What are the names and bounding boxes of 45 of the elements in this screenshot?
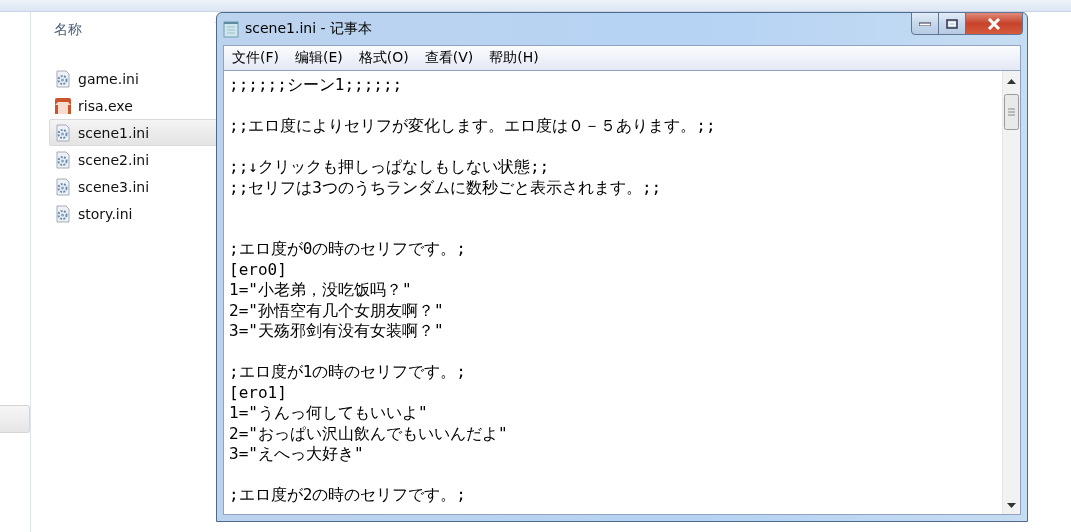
file-item[interactable]: scene1.ini [49, 119, 219, 146]
text-line: 2="おっぱい沢山飲んでもいいんだよ" [229, 423, 509, 444]
minimize-button[interactable] [911, 12, 939, 35]
notepad-icon [223, 20, 239, 38]
text-line: [ero1] [229, 382, 288, 403]
text-line: 2="孙悟空有几个女朋友啊？" [229, 300, 445, 321]
close-button[interactable] [965, 12, 1023, 35]
minimize-icon [919, 21, 931, 26]
menu-item[interactable]: 帮助(H) [487, 49, 541, 67]
vertical-scrollbar[interactable] [1002, 71, 1020, 514]
text-line: ;エロ度が1の時のセリフです。; [229, 362, 467, 383]
text-line: 1="うんっ何してもいいよ" [229, 403, 429, 424]
close-icon [987, 17, 1001, 30]
scroll-down-icon [1007, 503, 1016, 508]
settings-file-icon [54, 123, 72, 142]
settings-file-icon [54, 177, 72, 196]
maximize-button[interactable] [938, 12, 966, 35]
text-line: ;エロ度が2の時のセリフです。; [229, 485, 467, 506]
settings-file-icon [54, 69, 72, 88]
menu-item[interactable]: 文件(F) [230, 49, 281, 67]
maximize-icon [946, 18, 958, 29]
menu-item[interactable]: 查看(V) [422, 49, 476, 67]
scroll-thumb[interactable] [1004, 94, 1019, 130]
settings-file-icon [54, 204, 72, 223]
file-item[interactable]: scene2.ini [49, 146, 219, 173]
file-item[interactable]: game.ini [49, 65, 219, 92]
menu-item[interactable]: 格式(O) [356, 49, 411, 67]
text-line: ;;エロ度によりセリフが変化します。エロ度は０－５あります。;; [229, 116, 717, 137]
menu-item[interactable]: 编辑(E) [293, 49, 345, 67]
column-header[interactable]: 名称 [54, 21, 82, 45]
text-line: ;;;;;;シーン1;;;;;; [229, 75, 404, 96]
window-title: scene1.ini - 记事本 [245, 20, 373, 38]
text-line: 3="天殇邪剑有没有女装啊？" [229, 321, 445, 342]
scroll-up-icon [1007, 79, 1016, 84]
text-line: 3="えへっ大好き" [229, 444, 365, 465]
text-line: ;;セリフは3つのうちランダムに数秒ごと表示されます。;; [229, 177, 663, 198]
text-line: ;;↓クリックも押しっぱなしもしない状態;; [229, 157, 551, 178]
text-line: 1="小老弟，没吃饭吗？" [229, 280, 413, 301]
settings-file-icon [54, 150, 72, 169]
app-icon [54, 96, 72, 115]
text-line: [ero0] [229, 259, 288, 280]
text-line: ;エロ度が0の時のセリフです。; [229, 239, 467, 260]
file-item[interactable]: risa.exe [49, 92, 219, 119]
file-item[interactable]: story.ini [49, 200, 219, 227]
file-item[interactable]: scene3.ini [49, 173, 219, 200]
